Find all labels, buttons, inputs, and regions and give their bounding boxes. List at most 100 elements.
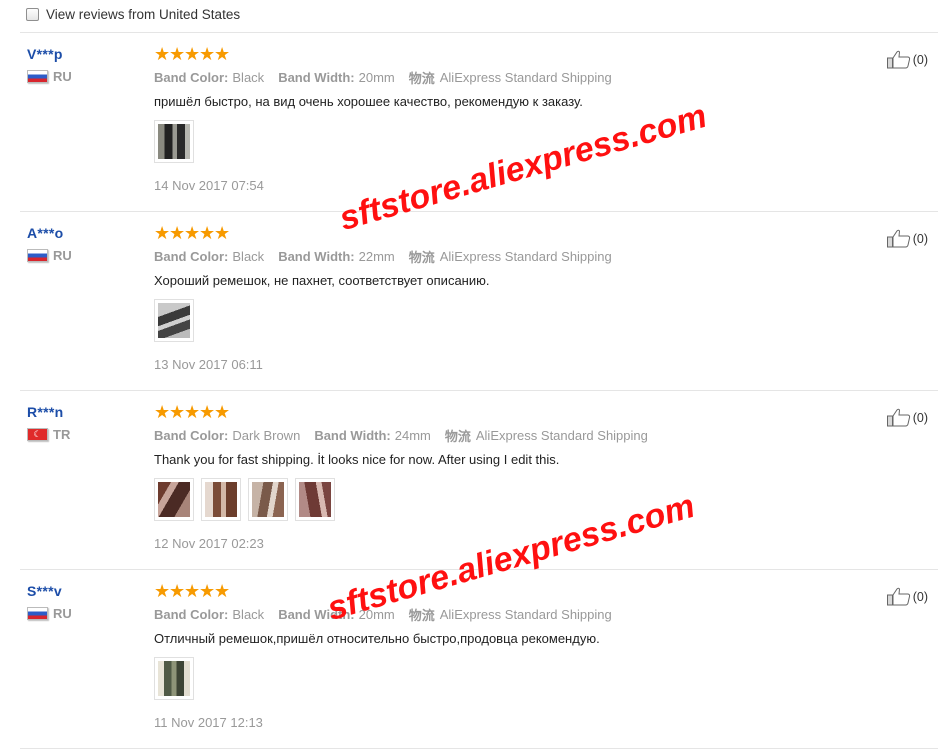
review-photos bbox=[154, 657, 854, 700]
review-text: Хороший ремешок, не пахнет, соответствуе… bbox=[154, 273, 490, 288]
review-photo-thumbnail[interactable] bbox=[201, 478, 241, 521]
reviewer-name[interactable]: S***v bbox=[27, 583, 137, 599]
logistics-icon: 物流 bbox=[408, 607, 435, 623]
review-photo-thumbnail[interactable] bbox=[295, 478, 335, 521]
star-icon: ★ bbox=[184, 44, 201, 64]
star-rating: ★ ★ ★ ★ ★ bbox=[154, 44, 854, 64]
country-code: TR bbox=[53, 427, 71, 442]
star-icon: ★ bbox=[184, 402, 201, 422]
review-item: S***v RU ★ ★ ★ ★ ★ Band Color: Black Band Wi… bbox=[20, 570, 938, 749]
band-width-label: Band Width: bbox=[278, 606, 355, 622]
us-reviews-filter[interactable]: View reviews from United States bbox=[26, 5, 240, 23]
star-icon: ★ bbox=[199, 44, 216, 64]
star-icon: ★ bbox=[199, 581, 216, 601]
shipping-method: AliExpress Standard Shipping bbox=[439, 69, 612, 85]
reviewer-info: R***n ☾ TR bbox=[27, 404, 137, 442]
star-rating: ★ ★ ★ ★ ★ bbox=[154, 223, 854, 243]
star-icon: ★ bbox=[154, 581, 171, 601]
thumbs-up-icon bbox=[886, 408, 910, 427]
helpful-button[interactable]: (0) bbox=[886, 408, 928, 427]
reviewer-name[interactable]: V***p bbox=[27, 46, 137, 62]
review-photos bbox=[154, 120, 854, 163]
star-icon: ★ bbox=[199, 223, 216, 243]
logistics-icon: 物流 bbox=[444, 428, 471, 444]
band-color-label: Band Color: bbox=[154, 427, 229, 443]
reviewer-country: ☾ TR bbox=[27, 427, 137, 442]
star-rating: ★ ★ ★ ★ ★ bbox=[154, 402, 854, 422]
star-icon: ★ bbox=[184, 581, 201, 601]
review-item: R***n ☾ TR ★ ★ ★ ★ ★ Band Color: Dark Brown … bbox=[20, 391, 938, 570]
band-width-value: 22mm bbox=[358, 248, 395, 264]
logistics-icon: 物流 bbox=[408, 70, 435, 86]
review-photos bbox=[154, 478, 854, 521]
band-width-label: Band Width: bbox=[278, 69, 355, 85]
star-icon: ★ bbox=[199, 402, 216, 422]
helpful-count: (0) bbox=[912, 589, 928, 604]
star-icon: ★ bbox=[169, 223, 186, 243]
order-attributes: Band Color: Black Band Width: 22mm 物流 Al… bbox=[154, 248, 854, 265]
logistics-icon: 物流 bbox=[408, 249, 435, 265]
helpful-button[interactable]: (0) bbox=[886, 587, 928, 606]
band-color-label: Band Color: bbox=[154, 248, 229, 264]
band-color-value: Black bbox=[232, 606, 265, 622]
band-width-label: Band Width: bbox=[278, 248, 355, 264]
review-photo-thumbnail[interactable] bbox=[248, 478, 288, 521]
review-date: 11 Nov 2017 12:13 bbox=[154, 715, 263, 730]
reviewer-info: A***o RU bbox=[27, 225, 137, 263]
band-width-value: 24mm bbox=[394, 427, 431, 443]
russia-flag-icon bbox=[27, 607, 48, 620]
band-color-label: Band Color: bbox=[154, 606, 229, 622]
review-date: 13 Nov 2017 06:11 bbox=[154, 357, 263, 372]
us-reviews-checkbox[interactable] bbox=[26, 7, 39, 21]
band-color-label: Band Color: bbox=[154, 69, 229, 85]
star-icon: ★ bbox=[214, 44, 231, 64]
review-item: A***o RU ★ ★ ★ ★ ★ Band Color: Black Band Wi… bbox=[20, 212, 938, 391]
thumbs-up-icon bbox=[886, 50, 910, 69]
reviewer-country: RU bbox=[27, 248, 137, 263]
shipping-method: AliExpress Standard Shipping bbox=[475, 427, 648, 443]
star-icon: ★ bbox=[214, 223, 231, 243]
band-width-label: Band Width: bbox=[314, 427, 391, 443]
review-photo-thumbnail[interactable] bbox=[154, 478, 194, 521]
review-date: 14 Nov 2017 07:54 bbox=[154, 178, 264, 193]
helpful-button[interactable]: (0) bbox=[886, 229, 928, 248]
russia-flag-icon bbox=[27, 249, 48, 262]
us-reviews-filter-label: View reviews from United States bbox=[46, 6, 241, 22]
review-content: ★ ★ ★ ★ ★ Band Color: Black Band Width: 20mm… bbox=[154, 581, 854, 731]
country-code: RU bbox=[53, 248, 72, 263]
star-icon: ★ bbox=[184, 223, 201, 243]
star-icon: ★ bbox=[214, 581, 231, 601]
star-icon: ★ bbox=[154, 402, 171, 422]
order-attributes: Band Color: Black Band Width: 20mm 物流 Al… bbox=[154, 69, 854, 86]
star-icon: ★ bbox=[154, 223, 171, 243]
star-icon: ★ bbox=[169, 44, 186, 64]
country-code: RU bbox=[53, 69, 72, 84]
review-text: Отличный ремешок,пришёл относительно быс… bbox=[154, 631, 600, 646]
band-color-value: Dark Brown bbox=[232, 427, 301, 443]
review-text: Thank you for fast shipping. İt looks ni… bbox=[154, 452, 560, 467]
review-text: пришёл быстро, на вид очень хорошее каче… bbox=[154, 94, 583, 109]
order-attributes: Band Color: Black Band Width: 20mm 物流 Al… bbox=[154, 606, 854, 623]
country-code: RU bbox=[53, 606, 72, 621]
thumbs-up-icon bbox=[886, 587, 910, 606]
star-icon: ★ bbox=[214, 402, 231, 422]
band-width-value: 20mm bbox=[358, 69, 395, 85]
helpful-count: (0) bbox=[912, 52, 928, 67]
review-photo-thumbnail[interactable] bbox=[154, 299, 194, 342]
star-icon: ★ bbox=[154, 44, 171, 64]
review-photo-thumbnail[interactable] bbox=[154, 120, 194, 163]
band-color-value: Black bbox=[232, 248, 265, 264]
helpful-count: (0) bbox=[912, 231, 928, 246]
order-attributes: Band Color: Dark Brown Band Width: 24mm … bbox=[154, 427, 854, 444]
russia-flag-icon bbox=[27, 70, 48, 83]
reviewer-name[interactable]: A***o bbox=[27, 225, 137, 241]
star-icon: ★ bbox=[169, 581, 186, 601]
review-item: V***p RU ★ ★ ★ ★ ★ Band Color: Black Band Wi… bbox=[20, 33, 938, 212]
review-photo-thumbnail[interactable] bbox=[154, 657, 194, 700]
review-photos bbox=[154, 299, 854, 342]
star-rating: ★ ★ ★ ★ ★ bbox=[154, 581, 854, 601]
reviewer-info: V***p RU bbox=[27, 46, 137, 84]
reviewer-name[interactable]: R***n bbox=[27, 404, 137, 420]
reviewer-info: S***v RU bbox=[27, 583, 137, 621]
helpful-button[interactable]: (0) bbox=[886, 50, 928, 69]
